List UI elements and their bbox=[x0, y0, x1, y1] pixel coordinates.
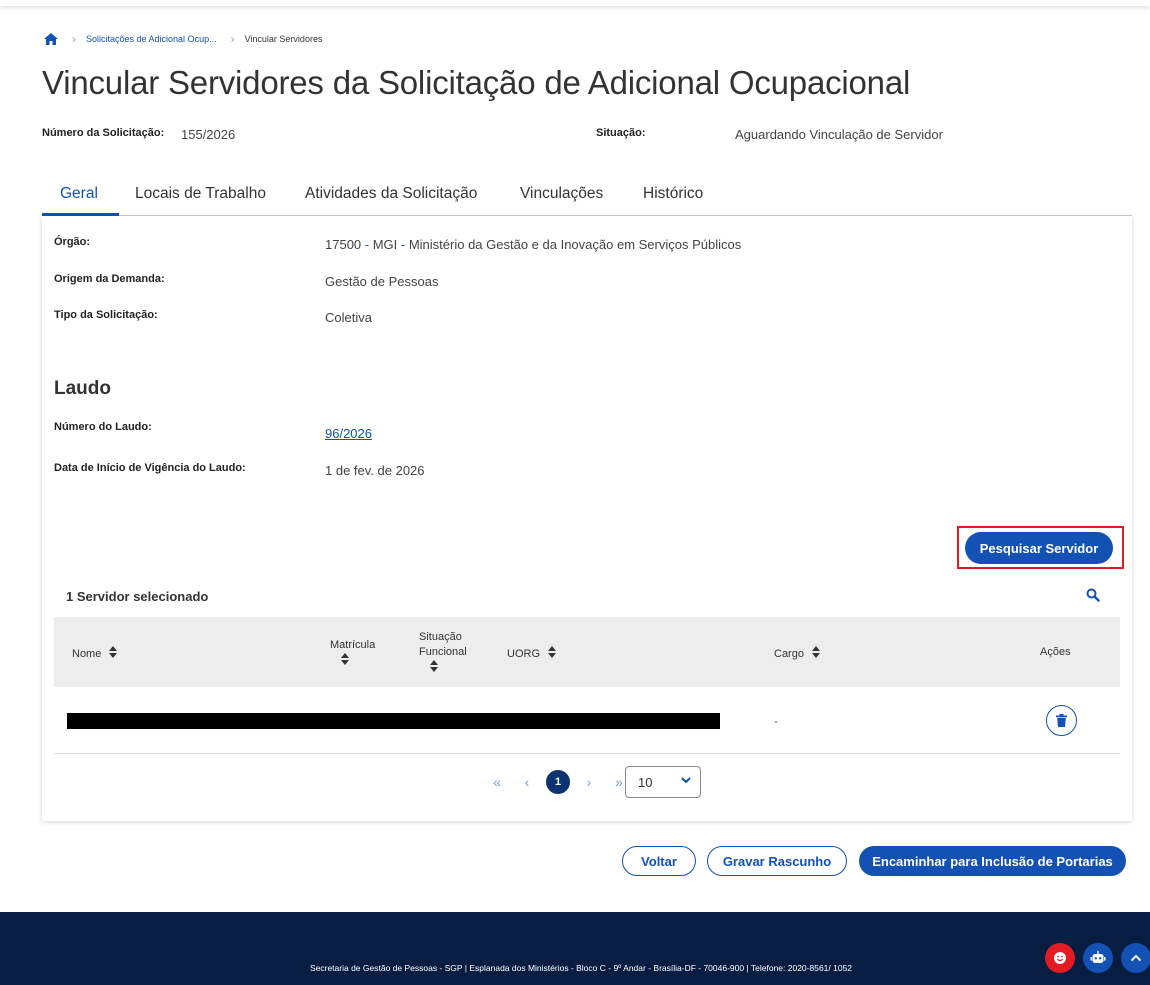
tab-locais-de-trabalho[interactable]: Locais de Trabalho bbox=[135, 185, 266, 203]
col-uorg[interactable]: UORG bbox=[507, 646, 556, 661]
col-matricula[interactable]: Matrícula bbox=[330, 638, 375, 670]
sort-icon[interactable] bbox=[811, 646, 820, 661]
page-1-button[interactable]: 1 bbox=[546, 770, 570, 794]
footer-text: Secretaria de Gestão de Pessoas - SGP | … bbox=[309, 963, 853, 973]
laudo-link[interactable]: 96/2026 bbox=[325, 426, 372, 441]
numero-solicitacao-label: Número da Solicitação: bbox=[42, 127, 165, 139]
home-icon[interactable] bbox=[44, 32, 58, 46]
prev-page-button[interactable]: ‹ bbox=[512, 774, 542, 790]
col-situacao-funcional[interactable]: Situação Funcional bbox=[419, 630, 467, 677]
orgao-separator: - bbox=[397, 237, 409, 252]
page-size-value: 10 bbox=[638, 775, 653, 790]
col-funcional-label: Funcional bbox=[419, 646, 467, 658]
page-title: Vincular Servidores da Solicitação de Ad… bbox=[42, 64, 911, 101]
tab-vinculacoes[interactable]: Vinculações bbox=[520, 185, 603, 203]
numero-laudo-label: Número do Laudo: bbox=[54, 421, 152, 433]
gravar-rascunho-button[interactable]: Gravar Rascunho bbox=[707, 846, 847, 876]
tab-geral[interactable]: Geral bbox=[60, 185, 98, 203]
top-bar bbox=[0, 0, 1150, 6]
numero-solicitacao-value: 155/2026 bbox=[181, 127, 236, 142]
col-matricula-label: Matrícula bbox=[330, 639, 376, 651]
tab-bar: Geral Locais de Trabalho Atividades da S… bbox=[42, 176, 1132, 217]
breadcrumb-item-current: Vincular Servidores bbox=[244, 34, 323, 44]
col-acoes: Ações bbox=[1040, 646, 1071, 658]
tab-historico[interactable]: Histórico bbox=[643, 185, 703, 203]
breadcrumb: › Solicitações de Adicional Ocup... › Vi… bbox=[44, 31, 322, 47]
origem-value: Gestão de Pessoas bbox=[325, 274, 439, 289]
col-cargo[interactable]: Cargo bbox=[774, 646, 820, 661]
breadcrumb-item-solicitacoes[interactable]: Solicitações de Adicional Ocup... bbox=[86, 34, 217, 44]
col-nome-label: Nome bbox=[72, 647, 102, 660]
orgao-label: Órgão: bbox=[54, 236, 91, 248]
orgao-sigla: MGI bbox=[372, 237, 398, 252]
sort-icon[interactable] bbox=[548, 646, 556, 661]
sort-icon[interactable] bbox=[109, 646, 118, 661]
situacao-label: Situação: bbox=[596, 127, 646, 139]
table-header: Nome Matrícula Situação Funcional UORG C… bbox=[54, 617, 1120, 687]
chatbot-button[interactable] bbox=[1083, 943, 1113, 973]
numero-laudo-value: 96/2026 bbox=[325, 426, 372, 441]
situacao-value: Aguardando Vinculação de Servidor bbox=[735, 127, 943, 142]
tipo-label: Tipo da Solicitação: bbox=[54, 309, 158, 321]
feedback-button[interactable] bbox=[1045, 943, 1075, 973]
pagination: « ‹ 1 › » bbox=[482, 766, 634, 798]
orgao-separator: - bbox=[361, 237, 373, 252]
origem-label: Origem da Demanda: bbox=[54, 273, 165, 285]
orgao-code: 17500 bbox=[325, 237, 362, 252]
col-acoes-label: Ações bbox=[1040, 646, 1071, 658]
data-vigencia-value: 1 de fev. de 2026 bbox=[325, 463, 425, 478]
geral-panel: Órgão: 17500 - MGI - Ministério da Gestã… bbox=[42, 216, 1132, 821]
chevron-down-icon bbox=[680, 773, 692, 785]
cargo-cell: - bbox=[774, 714, 778, 728]
col-uorg-label: UORG bbox=[507, 647, 540, 660]
col-situacao-label: Situação bbox=[419, 631, 462, 643]
sort-icon[interactable] bbox=[430, 660, 438, 677]
tipo-value: Coletiva bbox=[325, 310, 372, 325]
col-cargo-label: Cargo bbox=[774, 647, 804, 660]
scroll-top-button[interactable] bbox=[1121, 943, 1150, 973]
encaminhar-button[interactable]: Encaminhar para Inclusão de Portarias bbox=[859, 846, 1126, 876]
data-vigencia-label: Data de Início de Vigência do Laudo: bbox=[54, 462, 246, 474]
chevron-right-icon: › bbox=[72, 32, 76, 46]
next-page-button[interactable]: › bbox=[574, 774, 604, 790]
orgao-nome: Ministério da Gestão e da Inovação em Se… bbox=[408, 237, 742, 252]
laudo-section-title: Laudo bbox=[54, 378, 111, 399]
chevron-right-icon: › bbox=[230, 32, 235, 46]
voltar-button[interactable]: Voltar bbox=[622, 846, 696, 876]
pesquisar-servidor-button[interactable]: Pesquisar Servidor bbox=[965, 532, 1113, 564]
sort-icon[interactable] bbox=[341, 653, 349, 670]
table-row: - bbox=[54, 687, 1120, 754]
smiley-icon bbox=[1054, 952, 1066, 964]
page-size-select[interactable]: 10 bbox=[625, 766, 701, 798]
trash-icon bbox=[1056, 714, 1067, 727]
robot-icon bbox=[1090, 951, 1106, 963]
redacted-servidor-data bbox=[67, 713, 720, 729]
delete-button[interactable] bbox=[1046, 705, 1077, 736]
chevron-up-icon bbox=[1130, 954, 1142, 962]
search-icon[interactable] bbox=[1086, 588, 1100, 602]
col-nome[interactable]: Nome bbox=[72, 646, 118, 661]
orgao-value: 17500 - MGI - Ministério da Gestão e da … bbox=[325, 237, 741, 252]
page-footer: Secretaria de Gestão de Pessoas - SGP | … bbox=[0, 912, 1150, 985]
first-page-button[interactable]: « bbox=[482, 774, 512, 790]
tab-atividades-da-solicitacao[interactable]: Atividades da Solicitação bbox=[305, 185, 477, 203]
table-caption: 1 Servidor selecionado bbox=[66, 589, 209, 604]
